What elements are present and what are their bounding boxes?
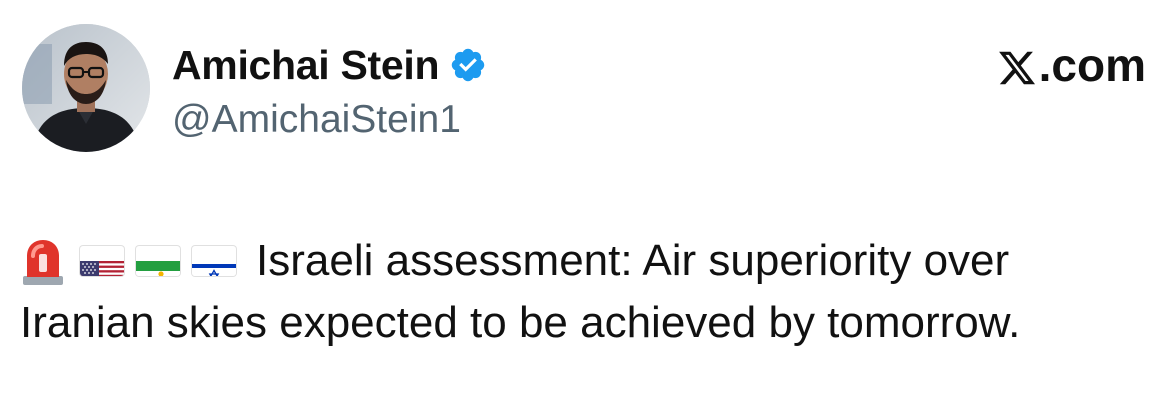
- us-flag-icon: [80, 246, 124, 276]
- profile-photo: [22, 24, 150, 152]
- flag-group: [80, 246, 242, 276]
- author-name-row: Amichai Stein: [172, 40, 487, 90]
- verified-badge-icon: [449, 46, 487, 84]
- tweet-card: Amichai Stein @AmichaiStein1 .com Israel…: [0, 0, 1170, 403]
- tweet-line-2: Iranian skies expected to be achieved by…: [20, 292, 1150, 354]
- author-handle[interactable]: @AmichaiStein1: [172, 98, 461, 142]
- tweet-line-2-text: Iranian skies expected to be achieved by…: [20, 298, 1021, 347]
- x-logo-icon: [997, 45, 1037, 85]
- avatar[interactable]: [22, 24, 150, 152]
- iran-lion-sun-flag-icon: [136, 246, 180, 276]
- siren-icon: [20, 236, 66, 286]
- brand-watermark: .com: [997, 39, 1146, 91]
- tweet-line-1: Israeli assessment: Air superiority over: [20, 230, 1150, 292]
- tweet-line-1-text: Israeli assessment: Air superiority over: [256, 236, 1010, 285]
- brand-domain: .com: [1038, 39, 1146, 91]
- tweet-text: Israeli assessment: Air superiority over…: [20, 230, 1150, 354]
- israel-flag-icon: [192, 246, 236, 276]
- display-name[interactable]: Amichai Stein: [172, 42, 440, 89]
